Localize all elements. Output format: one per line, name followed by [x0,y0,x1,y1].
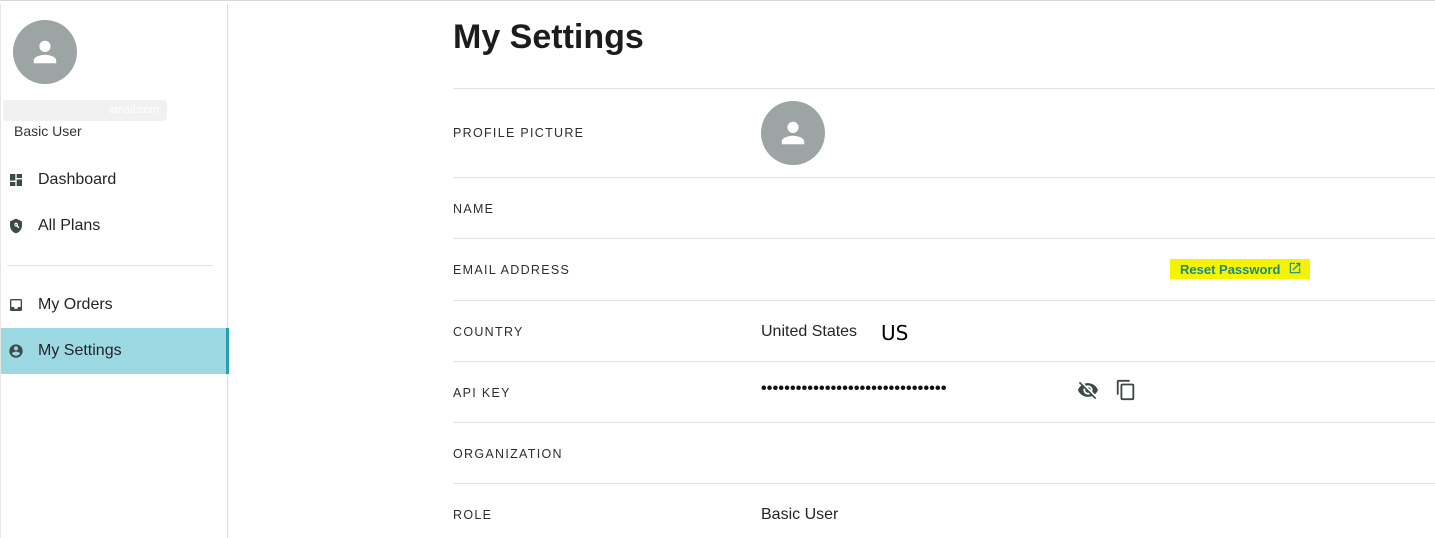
external-link-icon [1280,261,1302,278]
settings-row-name: NAME [453,177,1435,239]
reset-password-link[interactable]: Reset Password [1170,259,1310,279]
visibility-off-icon[interactable] [1076,378,1100,402]
user-role: Basic User [14,123,82,139]
dashboard-icon [8,172,24,188]
user-email: email.com [3,100,167,121]
person-icon [781,121,805,145]
sidebar: email.com Basic User Dashboard All Plans… [0,4,229,538]
settings-row-email: EMAIL ADDRESS Reset Password [453,238,1435,300]
country-value: United States [761,323,858,340]
row-label: ORGANIZATION [453,447,563,461]
settings-row-organization: ORGANIZATION [453,422,1435,484]
sidebar-item-my-settings[interactable]: My Settings [1,328,229,374]
account-circle-icon [8,343,24,359]
copy-icon[interactable] [1114,378,1138,402]
row-label: ROLE [453,508,493,522]
shield-icon [8,218,24,234]
sidebar-item-label: All Plans [38,217,101,234]
country-code: US [881,321,909,345]
nav-divider [7,265,213,266]
row-label: COUNTRY [453,325,524,339]
row-label: NAME [453,202,495,216]
reset-password-label: Reset Password [1180,261,1281,277]
inbox-icon [8,297,24,313]
settings-row-role: ROLE Basic User [453,483,1435,538]
sidebar-item-label: My Settings [38,342,122,359]
role-value: Basic User [761,506,839,523]
sidebar-item-label: My Orders [38,296,113,313]
person-icon [33,40,57,64]
row-label: PROFILE PICTURE [453,126,585,140]
sidebar-item-all-plans[interactable]: All Plans [1,203,229,249]
row-label: EMAIL ADDRESS [453,263,571,277]
api-key-value: •••••••••••••••••••••••••••••••• [761,380,947,397]
settings-row-profile-picture: PROFILE PICTURE [453,88,1435,178]
user-avatar[interactable] [13,20,77,84]
settings-row-country: COUNTRY United States US [453,300,1435,362]
page-title: My Settings [453,18,644,56]
profile-picture[interactable] [761,101,825,165]
sidebar-item-my-orders[interactable]: My Orders [1,282,229,328]
sidebar-item-label: Dashboard [38,171,117,188]
sidebar-item-dashboard[interactable]: Dashboard [1,157,229,203]
row-label: API KEY [453,386,511,400]
settings-row-api-key: API KEY •••••••••••••••••••••••••••••••• [453,361,1435,423]
